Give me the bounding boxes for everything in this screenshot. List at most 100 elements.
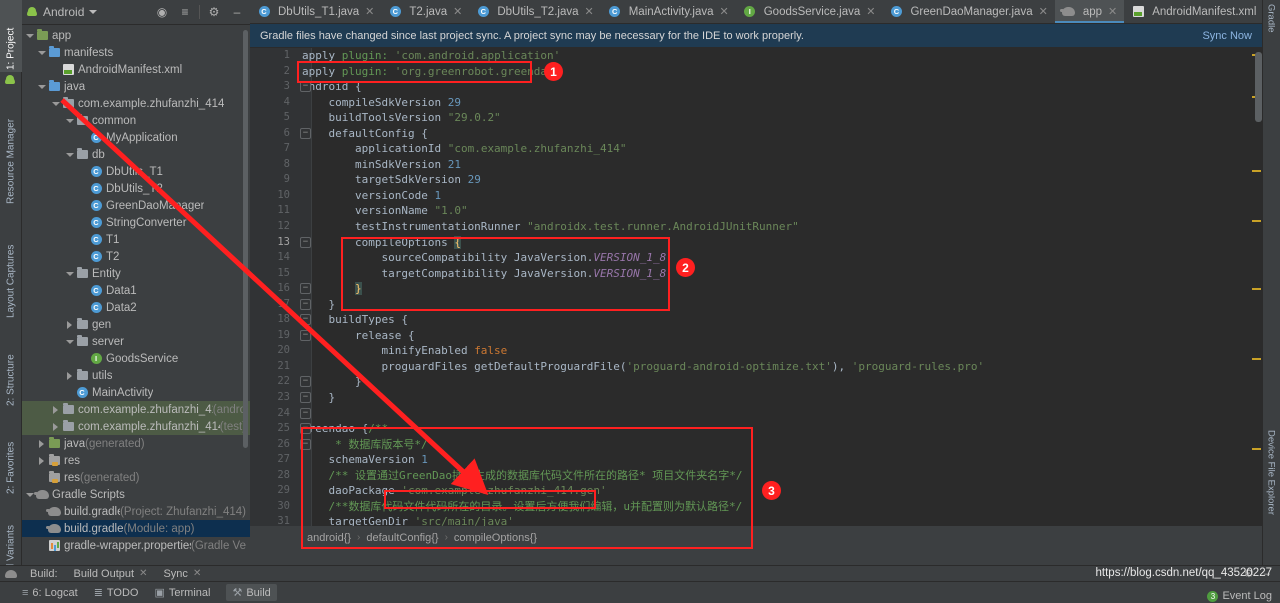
editor-tab-mainactivity-java[interactable]: C MainActivity.java ✕: [601, 0, 736, 23]
tree-node[interactable]: C T1: [22, 231, 250, 248]
code-line[interactable]: 31 targetGenDir 'src/main/java': [250, 514, 1262, 526]
tree-node[interactable]: com.example.zhufanzhi_414: [22, 95, 250, 112]
code-line[interactable]: 3 android {−: [250, 79, 1262, 95]
tree-node[interactable]: C T2: [22, 248, 250, 265]
tree-node[interactable]: manifests: [22, 44, 250, 61]
tree-node[interactable]: Entity: [22, 265, 250, 282]
tool-tab-structure[interactable]: 2: Structure: [0, 326, 22, 408]
tree-expand-arrow-icon[interactable]: [50, 422, 61, 431]
tree-node[interactable]: db: [22, 146, 250, 163]
code-line[interactable]: 14 sourceCompatibility JavaVersion.VERSI…: [250, 250, 1262, 266]
editor-tab-bar[interactable]: C DbUtils_T1.java ✕ C T2.java ✕ C DbUtils_T2.ja…: [250, 0, 1272, 24]
code-line[interactable]: 24}−: [250, 406, 1262, 422]
fold-marker-icon[interactable]: −: [300, 314, 311, 326]
minimize-icon[interactable]: –: [228, 5, 246, 19]
fold-marker-icon[interactable]: −: [300, 407, 311, 419]
event-log-status[interactable]: 3 Event Log: [1207, 590, 1272, 602]
tree-node[interactable]: C Data2: [22, 299, 250, 316]
tree-node[interactable]: gen: [22, 316, 250, 333]
editor-tab-greendaomanager-java[interactable]: C GreenDaoManager.java ✕: [882, 0, 1054, 23]
code-line[interactable]: 4 compileSdkVersion 29: [250, 95, 1262, 111]
tree-node[interactable]: com.example.zhufanzhi_414 (andro: [22, 401, 250, 418]
code-line[interactable]: 13 compileOptions {−: [250, 235, 1262, 251]
fold-marker-icon[interactable]: −: [300, 127, 311, 139]
code-lines[interactable]: 1 apply plugin: 'com.android.application'…: [250, 48, 1262, 526]
code-line[interactable]: 25 greendao {/** −: [250, 421, 1262, 437]
breadcrumb-item[interactable]: android{}: [307, 532, 351, 544]
close-icon[interactable]: ✕: [866, 5, 875, 18]
tree-node[interactable]: C StringConverter: [22, 214, 250, 231]
code-line[interactable]: 8 minSdkVersion 21: [250, 157, 1262, 173]
tree-expand-arrow-icon[interactable]: [64, 339, 75, 344]
close-icon[interactable]: ✕: [1039, 5, 1048, 18]
fold-marker-icon[interactable]: −: [300, 376, 311, 388]
code-line[interactable]: 27 schemaVersion 1: [250, 452, 1262, 468]
tree-node[interactable]: Gradle Scripts: [22, 486, 250, 503]
fold-marker-icon[interactable]: −: [300, 423, 311, 435]
tree-expand-arrow-icon[interactable]: [64, 271, 75, 276]
sync-now-link[interactable]: Sync Now: [1202, 30, 1252, 42]
code-line[interactable]: 7 applicationId "com.example.zhufanzhi_4…: [250, 141, 1262, 157]
code-line[interactable]: 19 release {−: [250, 328, 1262, 344]
tree-node[interactable]: com.example.zhufanzhi_414 (test): [22, 418, 250, 435]
tree-node[interactable]: C MainActivity: [22, 384, 250, 401]
code-line[interactable]: 20 minifyEnabled false: [250, 343, 1262, 359]
tree-node[interactable]: build.gradle (Project: Zhufanzhi_414): [22, 503, 250, 520]
close-icon[interactable]: ✕: [193, 568, 201, 579]
code-editor[interactable]: 1 apply plugin: 'com.android.application'…: [250, 48, 1262, 526]
code-line[interactable]: 10 versionCode 1: [250, 188, 1262, 204]
code-line[interactable]: 18 buildTypes {−: [250, 312, 1262, 328]
target-icon[interactable]: ◉: [153, 5, 171, 19]
tree-expand-arrow-icon[interactable]: [64, 118, 75, 123]
status-item-todo[interactable]: ≣ TODO: [94, 586, 139, 600]
close-icon[interactable]: ✕: [585, 5, 594, 18]
code-line[interactable]: 15 targetCompatibility JavaVersion.VERSI…: [250, 266, 1262, 282]
editor-tab-dbutils-t1-java[interactable]: C DbUtils_T1.java ✕: [250, 0, 381, 23]
tool-tab-resource-manager[interactable]: Resource Manager: [0, 96, 22, 206]
tree-expand-arrow-icon[interactable]: [36, 456, 47, 465]
fold-marker-icon[interactable]: −: [300, 283, 311, 295]
tree-expand-arrow-icon[interactable]: [36, 50, 47, 55]
breadcrumb[interactable]: android{} › defaultConfig{} › compileOptions…: [250, 526, 1262, 549]
breadcrumb-item[interactable]: compileOptions{}: [454, 532, 537, 544]
editor-tab-t2-java[interactable]: C T2.java ✕: [381, 0, 469, 23]
status-item-build[interactable]: ⚒ Build: [226, 584, 277, 601]
tree-node[interactable]: C MyApplication: [22, 129, 250, 146]
project-tree[interactable]: app manifests AndroidManifest.xml java com.e…: [22, 25, 250, 565]
tool-tab-project[interactable]: 1: Project: [0, 0, 22, 72]
tree-expand-arrow-icon[interactable]: [36, 439, 47, 448]
tree-node[interactable]: res (generated): [22, 469, 250, 486]
code-line[interactable]: 17 } −: [250, 297, 1262, 313]
code-line[interactable]: 30 /**数据库代码文件代码所在的目录。设置后方便我们编辑，u并配置则为默认路…: [250, 499, 1262, 515]
tree-expand-arrow-icon[interactable]: [36, 84, 47, 89]
tree-node[interactable]: common: [22, 112, 250, 129]
tree-node[interactable]: java (generated): [22, 435, 250, 452]
code-line[interactable]: 22 } −: [250, 374, 1262, 390]
fold-marker-icon[interactable]: −: [300, 236, 311, 248]
sync-tab[interactable]: Sync ✕: [155, 568, 209, 580]
tree-expand-arrow-icon[interactable]: [50, 405, 61, 414]
code-line[interactable]: 23 } −: [250, 390, 1262, 406]
tool-tab-gradle[interactable]: Gradle: [1263, 4, 1279, 52]
breadcrumb-item[interactable]: defaultConfig{}: [366, 532, 438, 544]
close-icon[interactable]: ✕: [365, 5, 374, 18]
fold-marker-icon[interactable]: −: [300, 329, 311, 341]
close-icon[interactable]: ✕: [720, 5, 729, 18]
fold-marker-icon[interactable]: −: [300, 438, 311, 450]
gear-icon[interactable]: ⚙: [205, 5, 223, 19]
code-line[interactable]: 2 apply plugin: 'org.greenrobot.greendao': [250, 64, 1262, 80]
code-line[interactable]: 29 daoPackage 'com.example.zhufanzhi_414…: [250, 483, 1262, 499]
tree-node[interactable]: res: [22, 452, 250, 469]
tree-node[interactable]: build.gradle (Module: app): [22, 520, 250, 537]
code-line[interactable]: 11 versionName "1.0": [250, 203, 1262, 219]
code-line[interactable]: 16 } −: [250, 281, 1262, 297]
tree-expand-arrow-icon[interactable]: [24, 33, 35, 38]
tree-expand-arrow-icon[interactable]: [50, 101, 61, 106]
status-item-terminal[interactable]: ▣ Terminal: [154, 586, 210, 600]
tree-node[interactable]: C Data1: [22, 282, 250, 299]
fold-marker-icon[interactable]: −: [300, 81, 311, 93]
code-line[interactable]: 9 targetSdkVersion 29: [250, 172, 1262, 188]
tree-node[interactable]: C DbUtils_T1: [22, 163, 250, 180]
code-line[interactable]: 5 buildToolsVersion "29.0.2": [250, 110, 1262, 126]
editor-tab-app[interactable]: app ✕: [1054, 0, 1125, 23]
